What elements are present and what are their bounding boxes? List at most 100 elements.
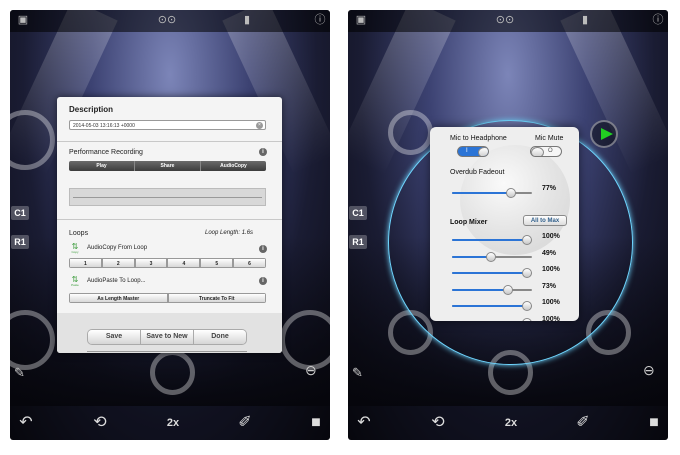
info-icon[interactable]: i	[259, 245, 267, 253]
loop-3-slider[interactable]	[452, 268, 532, 278]
as-length-master-button[interactable]: As Length Master	[69, 293, 168, 303]
done-button[interactable]: Done	[194, 330, 246, 344]
overdub-fadeout-value: 77%	[542, 185, 557, 192]
stop-icon[interactable]: ■	[306, 414, 326, 432]
slider-thumb[interactable]	[522, 318, 532, 321]
loop-6-slider[interactable]	[452, 318, 532, 321]
performance-buttons: Play Share AudioCopy	[69, 161, 266, 171]
info-icon[interactable]: ⓘ	[652, 14, 664, 27]
paste-icon: ⇅ Paste	[71, 275, 79, 287]
stop-icon[interactable]: ■	[644, 414, 664, 432]
photo-folder-icon[interactable]: ▣	[16, 14, 30, 27]
left-screen: ▣ ⊙⊙ ▮ ⓘ C1 R1 ✎ ⊖ Description 2014-05-0…	[10, 10, 330, 440]
loop-4-value: 73%	[542, 283, 557, 290]
loop-5-value: 100%	[542, 299, 560, 306]
loop-number-buttons: 1 2 3 4 5 6	[69, 258, 266, 268]
mic-to-headphone-label: Mic to Headphone	[450, 135, 507, 142]
slider-fill	[452, 192, 511, 194]
undo-icon[interactable]: ↶	[354, 414, 374, 432]
side-label-r1[interactable]: R1	[349, 235, 367, 249]
loop-button-6[interactable]: 6	[233, 258, 266, 268]
description-field[interactable]: 2014-05-03 13:16:13 +0000 ×	[69, 120, 266, 130]
copy-icon: ⇅ Copy	[71, 242, 79, 254]
loop-icon[interactable]: ⟲	[428, 414, 448, 432]
loop-button-3[interactable]: 3	[134, 258, 168, 268]
slider-thumb[interactable]	[522, 301, 532, 311]
slider-thumb[interactable]	[486, 252, 497, 262]
play-icon	[601, 128, 613, 140]
audiocopy-from-loop-label: AudioCopy From Loop	[87, 245, 148, 251]
info-icon[interactable]: i	[259, 148, 267, 156]
slider-thumb[interactable]	[503, 285, 514, 295]
wrench-icon[interactable]: ✎	[352, 365, 363, 381]
side-label-c1[interactable]: C1	[11, 206, 29, 220]
drum-icon[interactable]: ⊖	[643, 362, 655, 379]
slider-fill	[452, 272, 527, 274]
loop-ring-top-left[interactable]	[388, 110, 433, 155]
cassette-icon[interactable]: ⊙⊙	[157, 14, 177, 27]
clear-icon[interactable]: ×	[256, 122, 263, 129]
overdub-fadeout-label: Overdub Fadeout	[450, 169, 505, 176]
info-icon[interactable]: i	[259, 277, 267, 285]
mic-to-headphone-toggle[interactable]: I	[457, 146, 489, 157]
mic-mute-toggle[interactable]: O	[530, 146, 562, 157]
loop-5-slider[interactable]	[452, 301, 532, 311]
mic-mute-label: Mic Mute	[535, 135, 564, 142]
description-panel: Description 2014-05-03 13:16:13 +0000 × …	[57, 97, 282, 353]
save-to-new-button[interactable]: Save to New	[141, 330, 194, 344]
photo-folder-icon[interactable]: ▣	[354, 14, 368, 27]
loop-button-4[interactable]: 4	[167, 258, 201, 268]
slider-thumb[interactable]	[522, 235, 532, 245]
loop-3-value: 100%	[542, 266, 560, 273]
loop-4-slider[interactable]	[452, 285, 532, 295]
play-button[interactable]: Play	[69, 161, 135, 171]
action-bar: Save Save to New Done	[87, 329, 247, 345]
divider	[57, 219, 282, 220]
loop-2-value: 49%	[542, 250, 557, 257]
cassette-icon[interactable]: ⊙⊙	[495, 14, 515, 27]
performance-title: Performance Recording	[69, 149, 143, 156]
slider-fill	[452, 289, 509, 291]
divider	[57, 141, 282, 142]
battery-icon[interactable]: ▮	[579, 14, 591, 27]
eraser-icon[interactable]: ✐	[573, 414, 593, 432]
top-toolbar: ▣ ⊙⊙ ▮ ⓘ	[348, 10, 668, 32]
bottom-toolbar: ↶ ⟲ 2x ✐ ■	[10, 406, 330, 440]
loop-6-value: 100%	[542, 316, 560, 321]
loop-button-2[interactable]: 2	[101, 258, 135, 268]
overdub-fadeout-slider[interactable]	[452, 188, 532, 198]
right-screen: ▣ ⊙⊙ ▮ ⓘ C1 R1 ✎ ⊖ Mic to Headphone I Mi…	[348, 10, 668, 440]
battery-icon[interactable]: ▮	[241, 14, 253, 27]
side-label-c1[interactable]: C1	[349, 206, 367, 220]
toggle-on-glyph: I	[466, 148, 468, 154]
all-to-max-button[interactable]: All to Max	[523, 215, 567, 226]
loop-1-value: 100%	[542, 233, 560, 240]
loop-button-1[interactable]: 1	[69, 258, 102, 268]
2x-icon[interactable]: 2x	[501, 414, 521, 432]
undo-icon[interactable]: ↶	[16, 414, 36, 432]
slider-thumb[interactable]	[505, 188, 516, 198]
audiopaste-to-loop-label: AudioPaste To Loop...	[87, 278, 146, 284]
top-toolbar: ▣ ⊙⊙ ▮ ⓘ	[10, 10, 330, 32]
save-button[interactable]: Save	[88, 330, 141, 344]
description-value: 2014-05-03 13:16:13 +0000	[73, 123, 135, 129]
side-label-r1[interactable]: R1	[11, 235, 29, 249]
drum-icon[interactable]: ⊖	[305, 362, 317, 379]
loop-ring-bottom-center[interactable]	[150, 350, 195, 395]
mixer-panel: Mic to Headphone I Mic Mute O Overdub Fa…	[430, 127, 579, 321]
loop-button-5[interactable]: 5	[200, 258, 234, 268]
wrench-icon[interactable]: ✎	[14, 365, 25, 381]
2x-icon[interactable]: 2x	[163, 414, 183, 432]
loop-icon[interactable]: ⟲	[90, 414, 110, 432]
recording-waveform	[69, 188, 266, 206]
audiocopy-button[interactable]: AudioCopy	[201, 161, 266, 171]
share-button[interactable]: Share	[135, 161, 201, 171]
eraser-icon[interactable]: ✐	[235, 414, 255, 432]
loop-1-slider[interactable]	[452, 235, 532, 245]
loop-2-slider[interactable]	[452, 252, 532, 262]
info-icon[interactable]: ⓘ	[314, 14, 326, 27]
truncate-to-fit-button[interactable]: Truncate To Fit	[167, 293, 266, 303]
slider-thumb[interactable]	[522, 268, 532, 278]
loops-title: Loops	[69, 230, 89, 237]
play-button[interactable]	[590, 120, 618, 148]
